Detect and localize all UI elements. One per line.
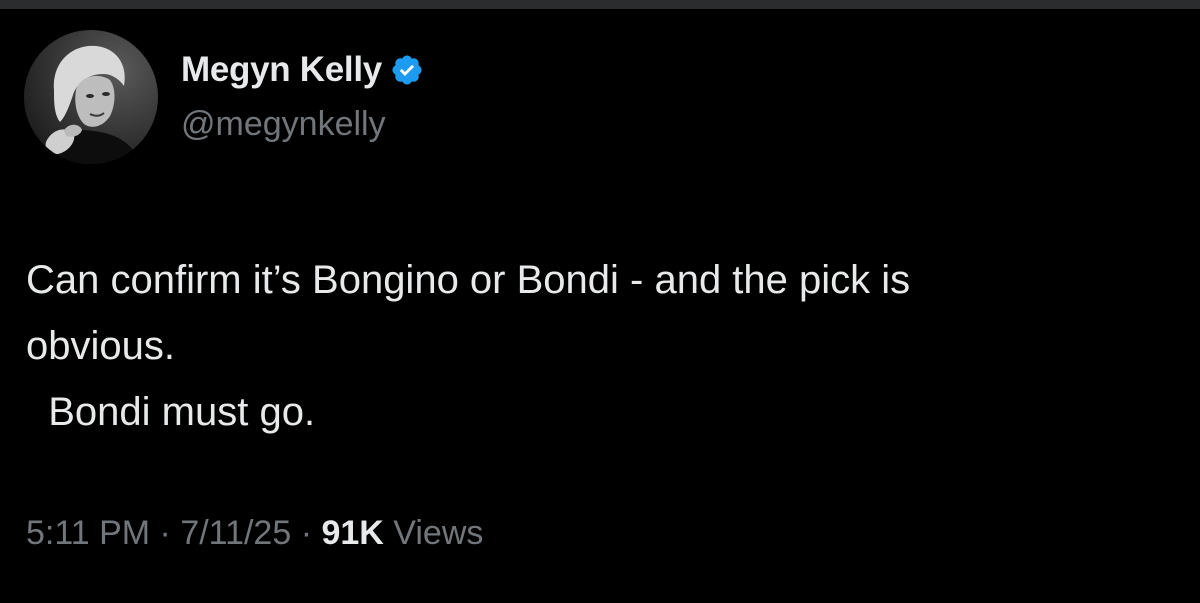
views-spacer (384, 514, 393, 553)
verified-badge-icon[interactable] (390, 53, 424, 87)
tweet-card: Megyn Kelly @megynkelly Can confirm it’s… (0, 9, 1200, 603)
tweet-meta: 5:11 PM · 7/11/25 · 91K Views (26, 514, 483, 553)
author-handle[interactable]: @megynkelly (181, 105, 386, 144)
views-count[interactable]: 91K (321, 514, 383, 553)
avatar-photo (24, 30, 158, 164)
meta-separator: · (150, 514, 181, 552)
tweet-text-line: obvious. (26, 324, 175, 368)
author-display-name[interactable]: Megyn Kelly (181, 50, 382, 90)
tweet-text-line: Can confirm it’s Bongino or Bondi - and … (26, 258, 911, 302)
top-edge-strip (0, 0, 1200, 9)
tweet-text-line: Bondi must go. (26, 390, 316, 434)
meta-separator: · (291, 514, 322, 552)
tweet-time[interactable]: 5:11 PM (26, 514, 150, 553)
views-label[interactable]: Views (393, 514, 483, 553)
author-name-row: Megyn Kelly (181, 50, 424, 90)
avatar[interactable] (24, 30, 158, 164)
tweet-text: Can confirm it’s Bongino or Bondi - and … (26, 247, 1176, 445)
tweet-date[interactable]: 7/11/25 (180, 514, 291, 553)
